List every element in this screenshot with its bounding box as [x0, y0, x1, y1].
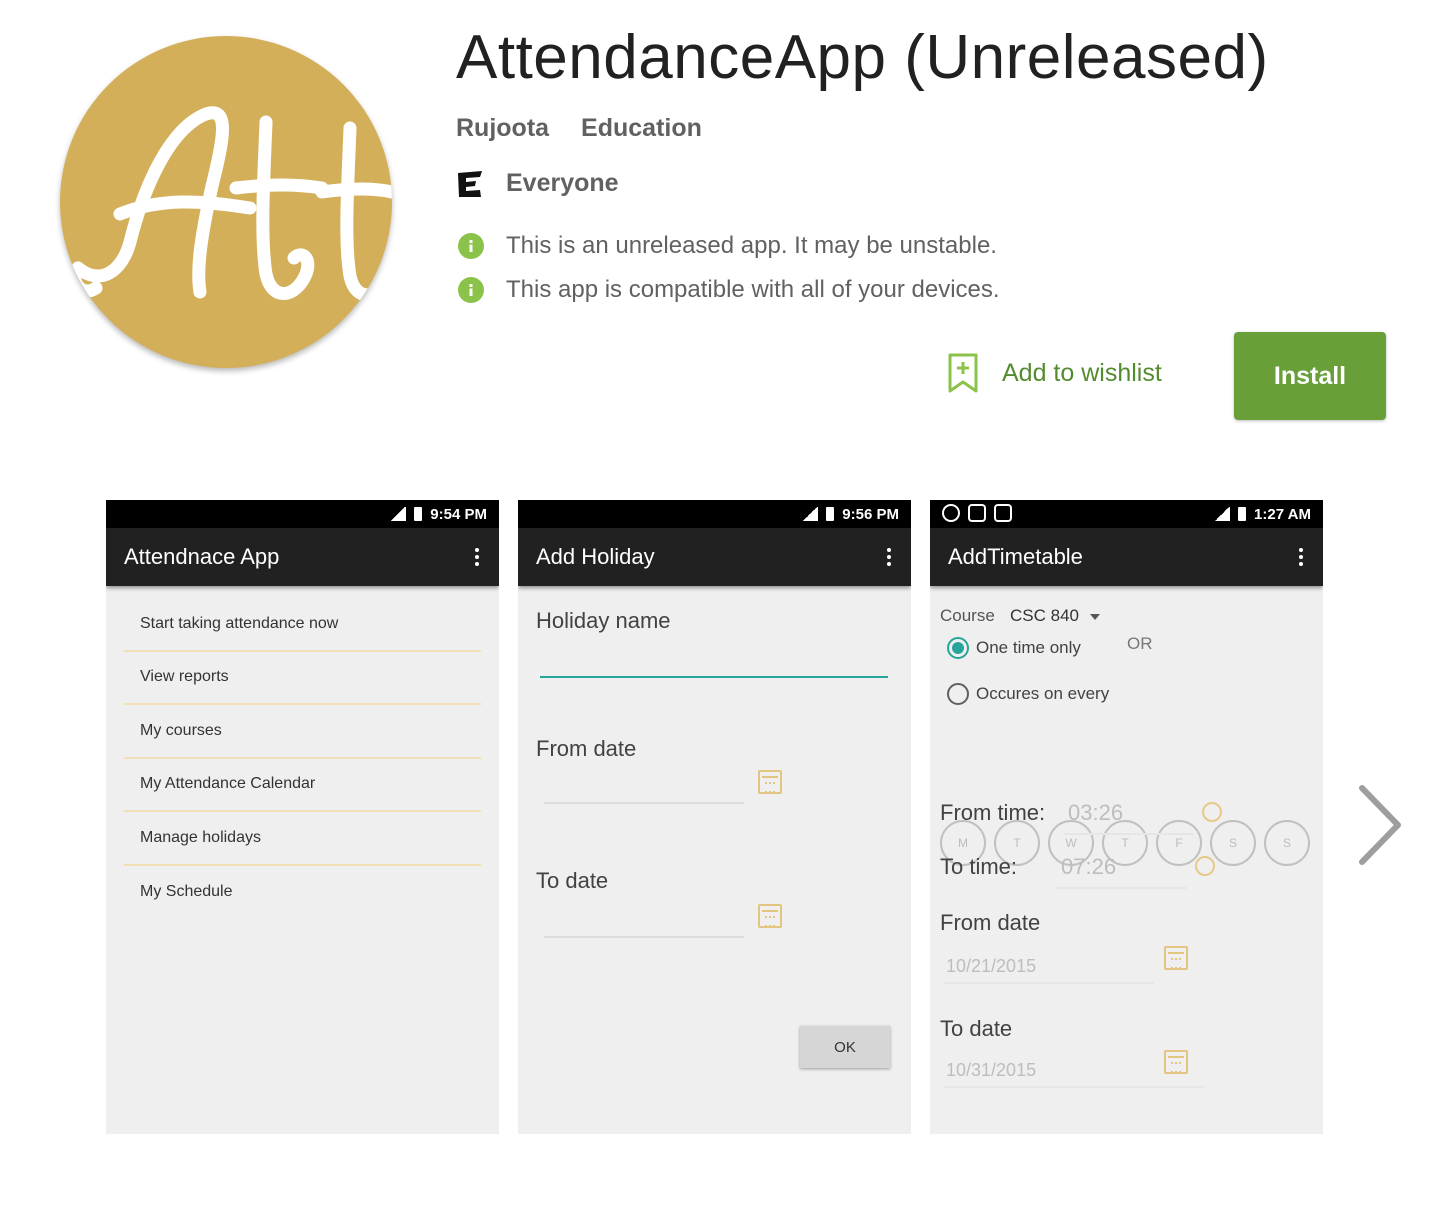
- from-time-label: From time:: [940, 800, 1046, 825]
- add-timetable-form: Course CSC 840 One time only OR Occures …: [930, 586, 1323, 1134]
- or-label: OR: [1127, 634, 1153, 653]
- app-bar: Attendnace App: [106, 528, 499, 586]
- status-bar: 1:27 AM: [930, 500, 1323, 528]
- status-time: 1:27 AM: [1254, 505, 1311, 523]
- app-icon: [60, 36, 392, 368]
- square-icon: [968, 504, 986, 522]
- to-date-underline: [944, 1086, 1204, 1088]
- overflow-menu-icon: [473, 544, 481, 570]
- from-date-value: 10/21/2015: [946, 956, 1037, 976]
- to-date-underline: [544, 936, 744, 938]
- app-bar-title: AddTimetable: [948, 544, 1083, 569]
- screenshot-2[interactable]: 9:56 PM Add Holiday Holiday name From da…: [518, 500, 911, 1134]
- list-item: Manage holidays: [124, 812, 481, 866]
- to-time-underline: [1057, 887, 1187, 889]
- from-date-underline: [944, 982, 1154, 984]
- to-time-value: 07:26: [1061, 854, 1117, 879]
- app-icon-graphic: [68, 106, 392, 302]
- status-bar: 9:56 PM: [518, 500, 911, 528]
- calendar-icon: [758, 904, 782, 928]
- list-item: My Attendance Calendar: [124, 759, 481, 812]
- course-label: Course: [940, 606, 995, 625]
- list-item: View reports: [124, 652, 481, 705]
- clock-icon: [1195, 856, 1215, 876]
- overflow-menu-icon: [1297, 544, 1305, 570]
- category-link[interactable]: Education: [581, 114, 702, 143]
- one-time-label: One time only: [976, 638, 1081, 657]
- screenshot-1[interactable]: 9:54 PM Attendnace App Start taking atte…: [106, 500, 499, 1134]
- app-title: AttendanceApp (Unreleased): [456, 23, 1269, 92]
- recurring-label: Occures on every: [976, 684, 1110, 703]
- battery-icon: [414, 507, 423, 521]
- course-dropdown: CSC 840: [1010, 606, 1079, 625]
- status-time: 9:54 PM: [430, 505, 487, 523]
- notice-compatible: This app is compatible with all of your …: [458, 276, 1000, 304]
- notification-icons: [942, 504, 1012, 522]
- app-bar: Add Holiday: [518, 528, 911, 586]
- battery-icon: [1238, 507, 1247, 521]
- app-bar: AddTimetable: [930, 528, 1323, 586]
- day-toggle-sunday: S: [1264, 820, 1310, 866]
- to-time-label: To time:: [940, 854, 1018, 879]
- list-item: Start taking attendance now: [124, 598, 481, 652]
- esrb-everyone-icon: [458, 170, 482, 197]
- one-time-radio: [947, 637, 969, 659]
- from-date-label: From date: [940, 910, 1041, 935]
- holiday-name-label: Holiday name: [536, 608, 671, 633]
- screenshot-3[interactable]: 1:27 AM AddTimetable Course CSC 840 One …: [930, 500, 1323, 1134]
- battery-icon: [826, 507, 835, 521]
- add-holiday-form: Holiday name From date To date OK: [518, 586, 911, 1134]
- signal-icon: [390, 507, 407, 521]
- add-to-wishlist-button[interactable]: Add to wishlist: [944, 352, 1162, 394]
- whatsapp-icon: [942, 504, 960, 522]
- app-meta: Rujoota Education: [456, 114, 702, 143]
- content-rating-label: Everyone: [506, 169, 619, 197]
- to-date-label: To date: [536, 868, 609, 893]
- to-date-label: To date: [940, 1016, 1013, 1041]
- list-item: My Schedule: [140, 883, 233, 901]
- to-date-value: 10/31/2015: [946, 1060, 1037, 1080]
- overflow-menu-icon: [885, 544, 893, 570]
- clock-icon: [1202, 802, 1222, 822]
- calendar-icon: [1164, 946, 1188, 970]
- calendar-icon: [758, 770, 782, 794]
- signal-icon: [802, 507, 819, 521]
- ok-button: OK: [800, 1026, 890, 1068]
- info-icon: [458, 233, 484, 259]
- install-button[interactable]: Install: [1234, 332, 1386, 420]
- calendar-icon: [1164, 1050, 1188, 1074]
- wishlist-label: Add to wishlist: [1002, 358, 1162, 387]
- from-time-underline: [1064, 833, 1194, 835]
- day-toggle-saturday: S: [1210, 820, 1256, 866]
- dropdown-caret-icon: [1090, 614, 1100, 620]
- status-bar: 9:54 PM: [106, 500, 499, 528]
- content-rating: Everyone: [456, 169, 619, 198]
- app-bar-title: Attendnace App: [124, 544, 280, 569]
- notice-text: This is an unreleased app. It may be uns…: [506, 232, 997, 259]
- day-toggle-friday: F: [1156, 820, 1202, 866]
- notice-text: This app is compatible with all of your …: [506, 276, 1000, 303]
- holiday-name-underline: [540, 676, 888, 678]
- info-icon: [458, 277, 484, 303]
- status-time: 9:56 PM: [842, 505, 899, 523]
- from-date-underline: [544, 802, 744, 804]
- menu-list: Start taking attendance now View reports…: [106, 586, 499, 919]
- from-date-label: From date: [536, 736, 637, 761]
- recurring-radio: [947, 683, 969, 705]
- bookmark-add-icon: [948, 353, 978, 393]
- list-item: My courses: [124, 705, 481, 759]
- signal-icon: [1214, 507, 1231, 521]
- developer-link[interactable]: Rujoota: [456, 114, 549, 143]
- notice-unreleased: This is an unreleased app. It may be uns…: [458, 232, 997, 260]
- vine-icon: [994, 504, 1012, 522]
- chevron-right-icon[interactable]: [1350, 782, 1410, 868]
- from-time-value: 03:26: [1068, 800, 1124, 825]
- app-bar-title: Add Holiday: [536, 544, 655, 569]
